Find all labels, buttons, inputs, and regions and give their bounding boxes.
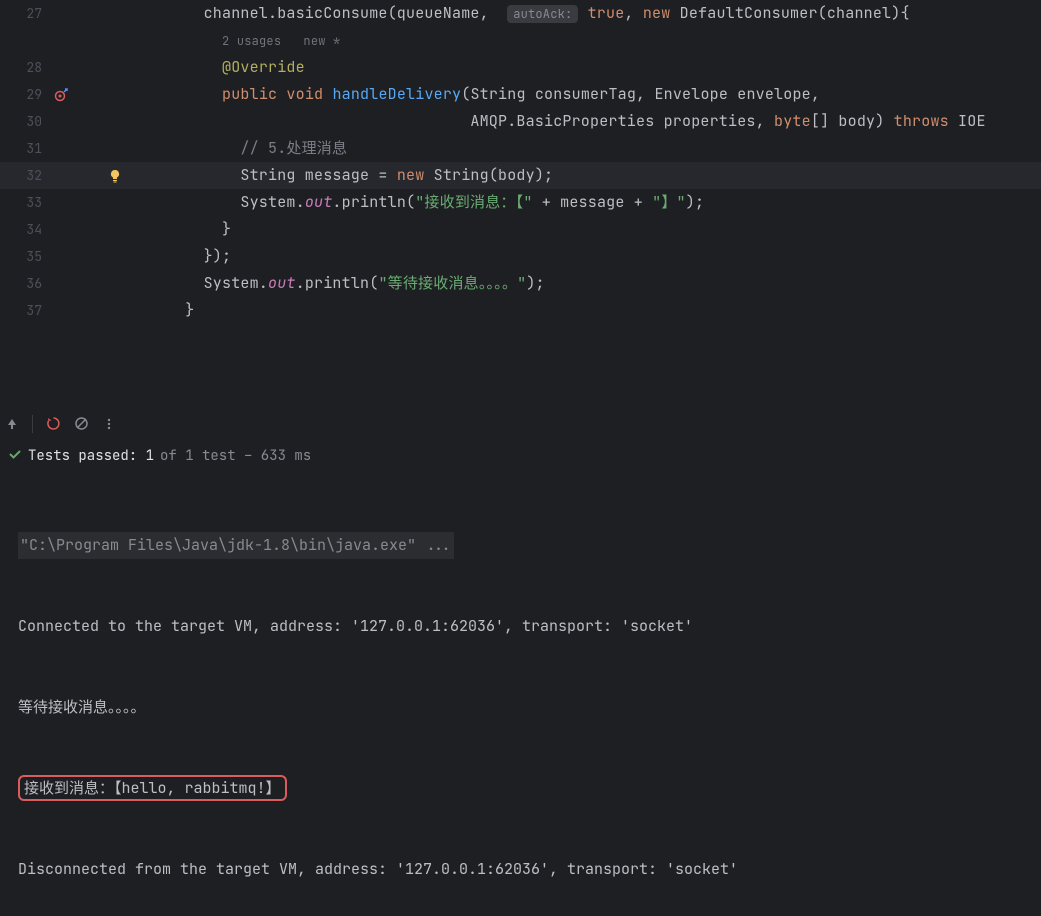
code-content[interactable]: }); bbox=[130, 243, 1041, 270]
line-number: 33 bbox=[0, 189, 50, 216]
code-line[interactable]: 30 AMQP.BasicProperties properties, byte… bbox=[0, 108, 1041, 135]
refresh-icon[interactable] bbox=[45, 416, 61, 432]
code-content[interactable]: System.out.println("接收到消息：【" + message +… bbox=[130, 189, 1041, 216]
code-line[interactable]: 28 @Override bbox=[0, 54, 1041, 81]
code-line[interactable]: 36 System.out.println("等待接收消息。。。。"); bbox=[0, 270, 1041, 297]
gutter bbox=[50, 88, 130, 102]
code-line[interactable]: 37 } bbox=[0, 297, 1041, 324]
line-number: 35 bbox=[0, 243, 50, 270]
code-line[interactable]: 27 channel.basicConsume(queueName, autoA… bbox=[0, 0, 1041, 27]
toolbar-separator bbox=[32, 415, 33, 433]
code-content[interactable]: AMQP.BasicProperties properties, byte[] … bbox=[130, 108, 1041, 135]
code-content[interactable]: } bbox=[130, 297, 1041, 324]
panel-divider[interactable] bbox=[0, 352, 1041, 408]
line-number: 30 bbox=[0, 108, 50, 135]
console-line: Disconnected from the target VM, address… bbox=[18, 856, 1023, 883]
line-number: 27 bbox=[0, 0, 50, 27]
up-arrow-icon[interactable] bbox=[4, 416, 20, 432]
intention-bulb-icon[interactable] bbox=[108, 169, 122, 183]
code-line[interactable]: 31 // 5.处理消息 bbox=[0, 135, 1041, 162]
code-line[interactable]: 29 public void handleDelivery(String con… bbox=[0, 81, 1041, 108]
code-line[interactable]: 35 }); bbox=[0, 243, 1041, 270]
code-content[interactable]: // 5.处理消息 bbox=[130, 135, 1041, 162]
line-number: 29 bbox=[0, 81, 50, 108]
code-line[interactable]: 32 String message = new String(body); bbox=[0, 162, 1041, 189]
code-content[interactable]: String message = new String(body); bbox=[130, 162, 1041, 189]
line-number: 37 bbox=[0, 297, 50, 324]
filter-icon[interactable] bbox=[73, 416, 89, 432]
code-line[interactable]: 34 } bbox=[0, 216, 1041, 243]
console-output[interactable]: "C:\Program Files\Java\jdk-1.8\bin\java.… bbox=[0, 472, 1041, 916]
code-content[interactable]: } bbox=[130, 216, 1041, 243]
code-content[interactable]: System.out.println("等待接收消息。。。。"); bbox=[130, 270, 1041, 297]
override-target-icon[interactable] bbox=[54, 88, 68, 102]
code-content[interactable]: channel.basicConsume(queueName, autoAck:… bbox=[130, 0, 1041, 28]
line-number: 31 bbox=[0, 135, 50, 162]
line-number: 28 bbox=[0, 54, 50, 81]
console-line: 等待接收消息。。。。 bbox=[18, 694, 1023, 721]
check-icon bbox=[8, 447, 22, 466]
code-content[interactable]: public void handleDelivery(String consum… bbox=[130, 81, 1041, 108]
gutter bbox=[50, 169, 130, 183]
code-content[interactable]: 2 usages new * bbox=[130, 27, 1041, 55]
console-line: Connected to the target VM, address: '12… bbox=[18, 613, 1023, 640]
line-number: 32 bbox=[0, 162, 50, 189]
more-icon[interactable] bbox=[101, 416, 117, 432]
line-number: 36 bbox=[0, 270, 50, 297]
tests-detail-label: of 1 test – 633 ms bbox=[160, 447, 311, 465]
console-cmd: "C:\Program Files\Java\jdk-1.8\bin\java.… bbox=[18, 532, 454, 559]
run-toolbar bbox=[0, 408, 1041, 440]
code-editor[interactable]: 27 channel.basicConsume(queueName, autoA… bbox=[0, 0, 1041, 352]
code-content[interactable]: @Override bbox=[130, 54, 1041, 81]
line-number: 34 bbox=[0, 216, 50, 243]
tests-passed-label: Tests passed: 1 bbox=[28, 447, 154, 465]
code-line[interactable]: 33 System.out.println("接收到消息：【" + messag… bbox=[0, 189, 1041, 216]
console-highlight: 接收到消息：【hello, rabbitmq!】 bbox=[18, 775, 287, 801]
code-line[interactable]: 2 usages new * bbox=[0, 27, 1041, 54]
test-status-bar: Tests passed: 1 of 1 test – 633 ms bbox=[0, 440, 1041, 472]
